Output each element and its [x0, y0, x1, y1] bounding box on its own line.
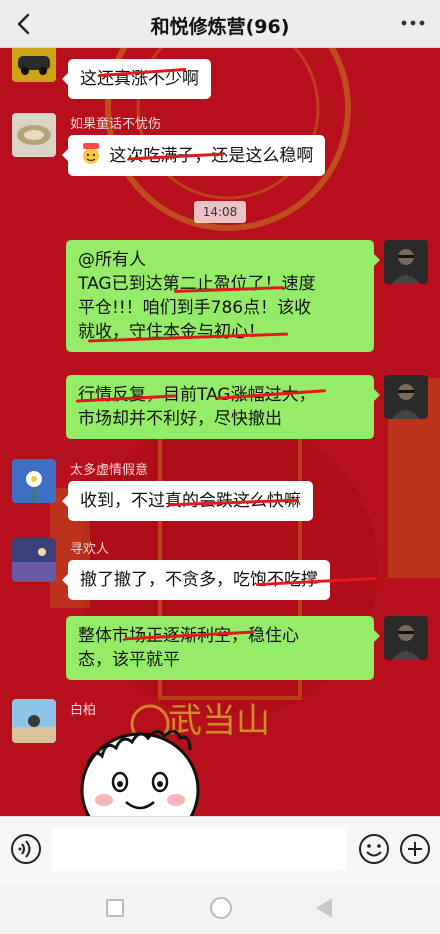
timestamp: 14:08	[194, 201, 246, 223]
message-line: 平仓!!！咱们到手786点！该收	[78, 298, 312, 318]
more-button[interactable]	[396, 8, 430, 40]
message-bubble[interactable]: 整体市场正逐渐利空，稳住心 态，该平就平	[66, 616, 380, 680]
avatar[interactable]	[12, 48, 56, 82]
chat-title[interactable]: 和悦修炼营(96)	[0, 12, 440, 39]
message-bubble[interactable]: 撤了撤了，不贪多，吃饱不吃撑	[62, 560, 376, 600]
avatar[interactable]	[12, 459, 56, 503]
avatar[interactable]	[384, 240, 428, 284]
smiling-face-sticker[interactable]	[78, 724, 203, 816]
recent-apps-button[interactable]	[106, 899, 124, 917]
sender-name: 太多虚情假意	[70, 463, 149, 478]
message-line: @所有人	[78, 250, 146, 270]
avatar[interactable]	[12, 113, 56, 157]
input-bar	[0, 816, 440, 884]
avatar[interactable]	[384, 375, 428, 419]
avatar[interactable]	[384, 616, 428, 660]
voice-icon	[11, 834, 41, 864]
message-line: 态，该平就平	[78, 650, 180, 670]
message-input[interactable]	[52, 827, 346, 871]
emoji-icon	[359, 834, 389, 864]
voice-button[interactable]	[10, 833, 42, 865]
avatar[interactable]	[12, 538, 56, 582]
emoji-button[interactable]	[358, 833, 390, 865]
more-functions-button[interactable]	[399, 833, 431, 865]
chat-area[interactable]: 武当山 这还真涨不少啊 如果童话不忧伤 这次吃满子，还是这么稳啊 14:08 @…	[0, 48, 440, 816]
back-nav-button[interactable]	[316, 898, 332, 918]
plus-icon	[400, 834, 430, 864]
message-line: 行情反复，目前TAG涨幅过大，	[78, 385, 316, 405]
avatar[interactable]	[12, 699, 56, 743]
title-bar: 和悦修炼营(96)	[0, 0, 440, 48]
home-button[interactable]	[210, 897, 232, 919]
more-dots-icon	[401, 20, 425, 26]
message-bubble[interactable]: @所有人 TAG已到达第二止盈位了！速度 平仓!!！咱们到手786点！该收 就收…	[66, 240, 380, 352]
message-line: 整体市场正逐渐利空，稳住心	[78, 624, 362, 648]
666-emoji-icon	[80, 143, 102, 165]
message-bubble[interactable]: 收到，不过真的会跌这么快嘛	[62, 481, 313, 521]
message-bubble[interactable]: 这次吃满子，还是这么稳啊	[61, 135, 326, 176]
system-nav-bar	[0, 884, 440, 934]
message-line: 市场却并不利好，尽快撤出	[78, 409, 282, 429]
sender-name: 白柏	[70, 703, 97, 718]
message-line: TAG已到达第二止盈位了！速度	[78, 274, 316, 294]
message-bubble[interactable]: 行情反复，目前TAG涨幅过大， 市场却并不利好，尽快撤出	[66, 375, 380, 439]
sender-name: 寻欢人	[70, 542, 110, 557]
sender-name: 如果童话不忧伤	[70, 117, 162, 132]
message-bubble[interactable]: 这还真涨不少啊	[62, 59, 211, 99]
message-text: 撤了撤了，不贪多，吃饱不吃撑	[80, 570, 318, 590]
